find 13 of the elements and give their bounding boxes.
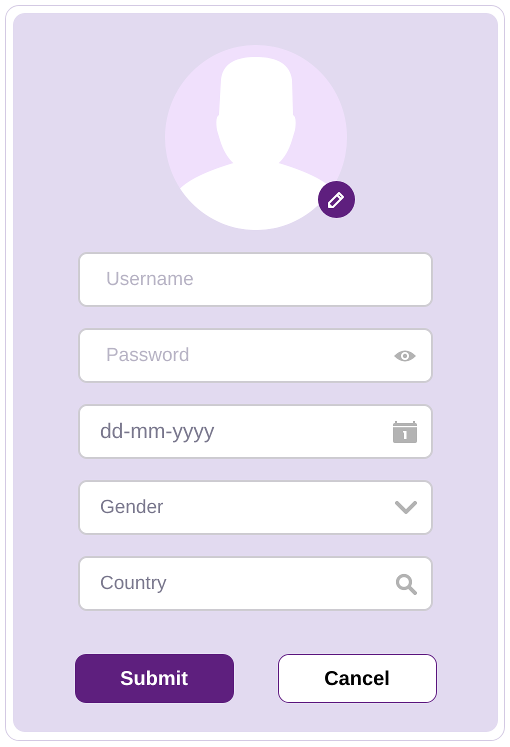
chevron-down-icon[interactable] (395, 500, 417, 514)
submit-button[interactable]: Submit (74, 654, 234, 703)
pencil-icon (327, 190, 345, 208)
input-field[interactable]: Country (78, 556, 433, 611)
eye-icon[interactable] (393, 348, 417, 362)
edit-button[interactable] (318, 181, 354, 218)
cancel-button[interactable]: Cancel (278, 654, 436, 703)
search-icon[interactable] (395, 572, 417, 594)
dropdown-field[interactable]: Gender (78, 480, 433, 535)
input-field[interactable]: Password (78, 328, 433, 383)
input-field[interactable]: Username (78, 252, 433, 307)
input-field[interactable]: dd-mm-yyyy (78, 404, 433, 459)
calendar-icon[interactable] (393, 420, 417, 442)
